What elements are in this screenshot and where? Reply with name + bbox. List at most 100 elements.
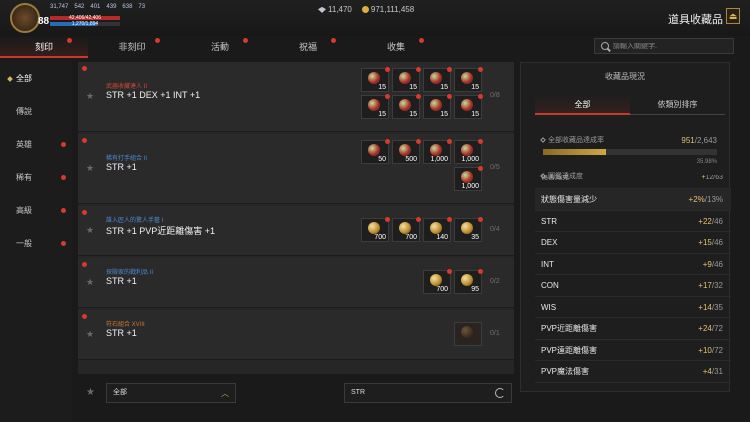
stat-filter-value: STR	[351, 389, 365, 396]
item-quantity: 15	[409, 84, 417, 91]
item-slot[interactable]: 95	[454, 269, 483, 294]
collection-row[interactable]: ★ 武器收藏達人 II STR +1 DEX +1 INT +1 0/8 15 15 15 1…	[78, 62, 514, 132]
item-slot[interactable]: 500	[392, 139, 421, 164]
achievement-rate-label-text: 全部收藏品達成率	[548, 137, 604, 144]
favorite-star-icon[interactable]: ★	[86, 225, 94, 236]
sidebar-item-3[interactable]: 稀有	[0, 161, 72, 194]
item-slot[interactable]: 1,000	[454, 166, 483, 191]
item-quantity: 700	[374, 234, 386, 241]
item-slot[interactable]: 700	[361, 217, 390, 242]
bonus-current: +17	[698, 281, 712, 290]
item-slot[interactable]: 15	[454, 94, 483, 119]
bonus-value: +17/32	[698, 275, 723, 296]
currency-display: 11,470 971,111,458	[318, 5, 414, 14]
bonus-row: PVP魔法傷害 +4/31	[535, 361, 731, 383]
tab-1[interactable]: 非刻印	[88, 36, 176, 58]
item-quantity: 15	[440, 111, 448, 118]
collection-name: 探險家的戰利品 II	[106, 270, 154, 276]
item-slot[interactable]: 15	[454, 67, 483, 92]
bonus-value: +14/35	[698, 297, 723, 318]
grade-filter-select[interactable]: 全部 ︿	[106, 383, 236, 403]
item-quantity: 15	[471, 111, 479, 118]
item-quantity: 140	[436, 234, 448, 241]
sidebar-item-5[interactable]: 一般	[0, 227, 72, 260]
bonus-current: +10	[698, 345, 712, 355]
item-slot[interactable]: 140	[423, 217, 452, 242]
notification-dot	[478, 67, 483, 72]
favorite-star-icon[interactable]: ★	[86, 163, 94, 174]
item-quantity: 15	[471, 84, 479, 91]
favorite-star-icon[interactable]: ★	[86, 91, 94, 102]
exit-button[interactable]: ⏏	[726, 8, 740, 24]
item-quantity: 700	[436, 286, 448, 293]
notification-dot	[419, 38, 424, 43]
item-slot[interactable]: 50	[361, 139, 390, 164]
tab-0[interactable]: 刻印	[0, 36, 88, 58]
collection-row[interactable]: ★ 誰入匠人的驚人手藝 I STR +1 PVP近距離傷害 +1 0/4 700 700 1…	[78, 206, 514, 256]
sidebar-item-2[interactable]: 英雄	[0, 128, 72, 161]
bonus-current: +14	[698, 302, 712, 312]
item-slot[interactable]: 1,000	[423, 139, 452, 164]
collection-row[interactable]: ★ 符石組合 XVIII STR +1 0/1	[78, 310, 514, 360]
item-icon	[461, 72, 473, 84]
favorite-star-icon[interactable]: ★	[86, 329, 94, 340]
item-icon	[461, 171, 473, 183]
item-slot[interactable]: 700	[423, 269, 452, 294]
notification-dot	[331, 38, 336, 43]
favorite-filter-star-icon[interactable]: ★	[86, 387, 95, 398]
item-slot[interactable]: 15	[361, 67, 390, 92]
sidebar-item-0[interactable]: 全部	[0, 62, 72, 95]
search-icon[interactable]	[601, 42, 609, 50]
collection-bonus: STR +1	[106, 276, 137, 286]
bonus-row: 傷害減免 +12/63	[535, 175, 731, 189]
sidebar-item-label: 一般	[16, 239, 32, 248]
tab-3[interactable]: 祝福	[264, 36, 352, 58]
item-icon	[399, 72, 411, 84]
collection-row[interactable]: ★ 稀有打手組合 II STR +1 0/5 50 500 1,000 1,000 1,000	[78, 134, 514, 204]
item-slot[interactable]	[454, 322, 482, 346]
item-icon	[368, 222, 380, 234]
tab-4[interactable]: 收集	[352, 36, 440, 58]
item-slot[interactable]: 15	[392, 94, 421, 119]
bonus-label: DEX	[541, 238, 558, 247]
bonus-label: PVP近距離傷害	[541, 324, 598, 333]
sidebar-item-4[interactable]: 高級	[0, 194, 72, 227]
bonus-row: CON +17/32	[535, 275, 731, 297]
panel-tab-0[interactable]: 全部	[535, 95, 630, 115]
item-slot[interactable]: 15	[423, 67, 452, 92]
notification-dot	[478, 94, 483, 99]
favorite-star-icon[interactable]: ★	[86, 277, 94, 288]
stat-value: 439	[106, 4, 117, 10]
bonus-max: /46	[711, 259, 723, 269]
item-slot[interactable]: 15	[423, 94, 452, 119]
chevron-up-icon: ︿	[221, 389, 229, 398]
notification-dot	[61, 208, 66, 213]
character-portrait[interactable]	[10, 3, 40, 33]
stat-value: 73	[138, 4, 146, 10]
item-icon	[461, 274, 473, 286]
notification-dot	[82, 210, 87, 215]
item-slot[interactable]: 700	[392, 217, 421, 242]
item-quantity: 15	[378, 111, 386, 118]
stat-value: 31,747	[50, 4, 69, 10]
bonus-row: WIS +14/35	[535, 297, 731, 318]
collection-row[interactable]: ★ 探險家的戰利品 II STR +1 0/2 700 95	[78, 258, 514, 308]
collection-bonus: STR +1	[106, 328, 137, 338]
tab-2[interactable]: 活動	[176, 36, 264, 58]
item-slot[interactable]: 35	[454, 217, 483, 242]
item-slot[interactable]: 15	[361, 94, 390, 119]
notification-dot	[82, 138, 87, 143]
refresh-icon[interactable]	[495, 388, 505, 398]
notification-dot	[478, 139, 483, 144]
search-input[interactable]	[613, 42, 723, 50]
item-slot[interactable]: 15	[392, 67, 421, 92]
bonus-row: DEX +15/46	[535, 232, 731, 254]
notification-dot	[82, 66, 87, 71]
sidebar-item-1[interactable]: 傳說	[0, 95, 72, 128]
item-slot[interactable]: 1,000	[454, 139, 483, 164]
bonus-current: +24	[698, 324, 712, 333]
bonus-label: PVP遠距離傷害	[541, 345, 598, 355]
sidebar-item-label: 傳說	[16, 107, 32, 116]
stat-filter-select[interactable]: STR	[344, 383, 512, 403]
panel-tab-1[interactable]: 依類別排序	[630, 95, 725, 115]
